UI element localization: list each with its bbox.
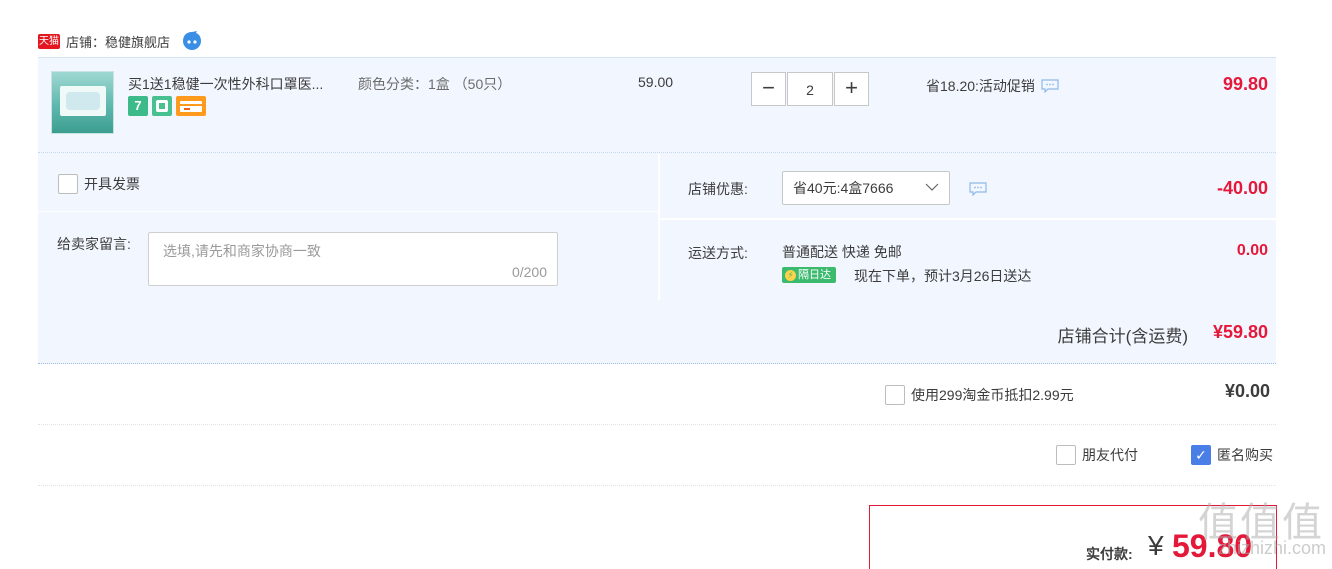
item-row: 买1送1稳健一次性外科口罩医... 7 颜色分类：1盒 （50只） 59.00 … [38, 58, 1276, 153]
taobao-coin-label: 使用299淘金币抵扣2.99元 [911, 387, 1074, 403]
friend-pay-option[interactable]: 朋友代付 [1056, 445, 1138, 465]
promotion-info-icon[interactable] [1041, 79, 1059, 93]
shipping-fee: 0.00 [1236, 242, 1268, 259]
delivery-estimate: 现在下单，预计3月26日送达 [854, 268, 1032, 284]
chevron-down-icon [925, 183, 939, 191]
invoice-option[interactable]: 开具发票 [58, 174, 140, 194]
anonymous-purchase-checkbox[interactable]: ✓ [1191, 445, 1211, 465]
message-char-count: 0/200 [511, 264, 547, 280]
currency-symbol: ¥ [1148, 530, 1164, 561]
decrease-quantity-button[interactable]: − [751, 72, 786, 106]
unit-price: 59.00 [638, 74, 674, 90]
message-placeholder: 选填,请先和商家协商一致 [163, 243, 321, 259]
seven-day-return-icon[interactable]: 7 [128, 96, 148, 116]
guarantee-icon[interactable] [152, 96, 172, 116]
product-title[interactable]: 买1送1稳健一次性外科口罩医... [128, 74, 323, 94]
actual-payment-label: 实付款: [1086, 546, 1133, 562]
shop-header: 天猫 店铺：稳健旗舰店 [38, 30, 202, 52]
taobao-coin-amount: ¥0.00 [1224, 381, 1270, 401]
lightning-icon: ⚡ [785, 269, 796, 281]
quantity-input[interactable]: 2 [787, 72, 833, 106]
seller-message-input[interactable]: 选填,请先和商家协商一致 0/200 [148, 232, 558, 286]
next-day-delivery-badge: ⚡ 隔日达 [782, 267, 836, 283]
anonymous-purchase-label: 匿名购买 [1217, 447, 1273, 463]
quantity-stepper: − 2 + [751, 72, 869, 106]
divider [38, 211, 658, 212]
divider [658, 154, 660, 300]
shop-discount-select[interactable]: 省40元:4盒7666 [782, 171, 950, 205]
increase-quantity-button[interactable]: + [834, 72, 869, 106]
invoice-label: 开具发票 [84, 176, 140, 192]
shop-total-row: 店铺合计(含运费) ¥59.80 [38, 300, 1276, 364]
tmall-logo-icon: 天猫 [38, 33, 60, 49]
seller-message-label: 给卖家留言: [57, 236, 131, 252]
wangwang-chat-icon[interactable] [182, 31, 202, 51]
anonymous-purchase-option[interactable]: ✓ 匿名购买 [1191, 445, 1273, 465]
shipping-method: 普通配送 快递 免邮 [782, 244, 902, 260]
taobao-coin-option[interactable]: 使用299淘金币抵扣2.99元 [885, 385, 1074, 405]
shop-discount-value: 省40元:4盒7666 [793, 180, 894, 196]
product-thumbnail[interactable] [51, 71, 114, 134]
taobao-coin-row: 使用299淘金币抵扣2.99元 ¥0.00 [38, 364, 1276, 425]
discount-info-icon[interactable] [969, 182, 987, 196]
promotion-text: 省18.20:活动促销 [926, 78, 1035, 94]
invoice-checkbox[interactable] [58, 174, 78, 194]
divider [660, 218, 1276, 220]
shop-discount-amount: -40.00 [1216, 178, 1268, 198]
shop-name[interactable]: 店铺：稳健旗舰店 [66, 32, 170, 51]
taobao-coin-checkbox[interactable] [885, 385, 905, 405]
shop-total-amount: ¥59.80 [1212, 322, 1268, 342]
friend-pay-label: 朋友代付 [1082, 447, 1138, 463]
item-subtotal: 99.80 [1222, 74, 1268, 94]
shipping-label: 运送方式: [688, 245, 748, 261]
credit-card-icon[interactable] [176, 96, 206, 116]
service-tags: 7 [128, 96, 206, 116]
friend-pay-checkbox[interactable] [1056, 445, 1076, 465]
payment-options-row: 朋友代付 ✓ 匿名购买 [38, 425, 1276, 486]
order-panel: 买1送1稳健一次性外科口罩医... 7 颜色分类：1盒 （50只） 59.00 … [38, 57, 1276, 364]
shop-total-label: 店铺合计(含运费) [1057, 327, 1188, 346]
watermark-site: zhizhizhi.com [1217, 538, 1326, 558]
item-promotion: 省18.20:活动促销 [926, 76, 1059, 96]
next-day-delivery-label: 隔日达 [798, 269, 831, 281]
sku-spec: 颜色分类：1盒 （50只） [358, 76, 512, 92]
shop-discount-label: 店铺优惠: [688, 181, 748, 197]
